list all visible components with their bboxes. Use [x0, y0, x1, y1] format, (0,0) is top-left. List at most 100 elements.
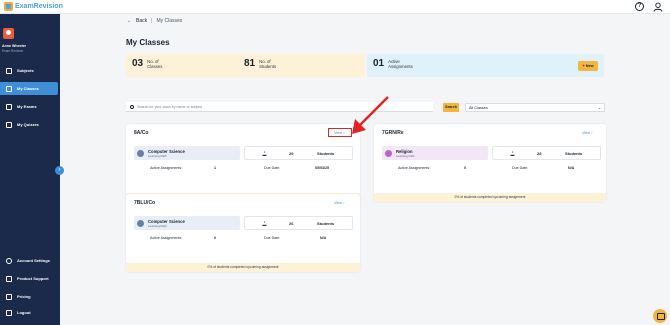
sidebar-item-account-settings[interactable]: Account Settings	[0, 254, 58, 267]
back-arrow-icon[interactable]: ←	[127, 18, 132, 24]
sidebar-item-label: My Exams	[17, 104, 37, 109]
avatar[interactable]	[3, 28, 14, 39]
subject-name: Religion	[396, 148, 413, 154]
subject-box: Religion Learning Path	[382, 146, 488, 160]
page-title: My Classes	[126, 38, 170, 47]
search-placeholder: Search for your class by name or subject	[137, 104, 203, 109]
sidebar-item-my-classes[interactable]: My Classes	[0, 82, 58, 95]
logo-icon	[4, 2, 13, 11]
subject-sub: Learning Path	[396, 153, 415, 158]
breadcrumb-separator: |	[151, 18, 153, 24]
students-count: 28	[537, 151, 542, 156]
chat-support-button[interactable]	[653, 309, 667, 323]
sidebar-item-label: My Classes	[17, 86, 39, 91]
class-card[interactable]: 8A/Co View › Computer Science Learning P…	[126, 124, 360, 202]
class-card-title: 8A/Co	[134, 130, 149, 136]
stat-classes-label: No. of Classes	[147, 59, 162, 69]
assignments-panel: 01 Active Assignments + New	[367, 54, 604, 77]
breadcrumb-current: My Classes	[156, 18, 183, 24]
due-date-value: N/A	[568, 166, 575, 170]
sidebar-item-label: My Quizzes	[17, 122, 39, 127]
active-assignments-value: 0	[214, 236, 216, 240]
stat-assignments-value: 01	[373, 58, 385, 69]
subject-name: Computer Science	[148, 148, 185, 154]
book-icon	[6, 67, 12, 74]
class-card[interactable]: 7GRN/Re View › Religion Learning Path • ▬…	[374, 124, 606, 202]
top-bar: ExamRevision ?	[0, 0, 670, 14]
students-count: 29	[289, 151, 294, 156]
chevron-down-icon: ⌄	[597, 106, 601, 110]
students-box: • ▬ 28 Students	[492, 146, 601, 160]
class-filter-value: All Classes	[469, 105, 488, 110]
sidebar-item-my-quizzes[interactable]: My Quizzes	[0, 118, 58, 131]
subject-icon	[137, 149, 144, 157]
subject-sub: Learning Path	[148, 153, 167, 158]
stat-students-label: No. of Students	[259, 59, 276, 69]
class-card[interactable]: 7BLU/Co View › Computer Science Learning…	[126, 194, 360, 272]
user-org: Exam Revision	[2, 49, 24, 53]
stat-label-line: Classes	[147, 63, 163, 69]
subject-box: Computer Science Learning Path	[134, 146, 240, 160]
breadcrumb: ← Back | My Classes	[127, 18, 182, 24]
card-icon	[6, 293, 12, 300]
sidebar-item-pricing[interactable]: Pricing	[0, 290, 58, 303]
stat-classes-value: 03	[132, 58, 144, 69]
sidebar-item-logout[interactable]: Logout	[0, 306, 58, 319]
logo-text: ExamRevision	[15, 3, 63, 10]
new-assignment-button[interactable]: + New	[578, 61, 598, 71]
stat-assignments: 01 Active Assignments	[373, 58, 413, 69]
subject-icon	[385, 149, 392, 157]
subject-box: Computer Science Learning Path	[134, 216, 240, 230]
assignment-meta: Active Assignments: 1 Due Date: 05/03/25	[134, 166, 353, 174]
view-class-link[interactable]: View ›	[582, 131, 593, 135]
stat-students: 81 No. of Students	[244, 58, 276, 69]
user-profile-icon[interactable]	[653, 2, 663, 12]
users-icon	[6, 85, 12, 92]
stat-label-line: Assignments	[388, 63, 413, 69]
search-icon	[130, 104, 134, 109]
class-filter-select[interactable]: All Classes ⌄	[465, 103, 605, 112]
students-label: Students	[565, 151, 583, 156]
annotation-highlight-box	[328, 128, 352, 137]
students-icon: • ▬	[510, 149, 515, 157]
checklist-icon	[6, 121, 12, 128]
subject-sub: Learning Path	[148, 223, 167, 228]
stat-label-line: Students	[259, 63, 277, 69]
progress-strip: 0% of students completed upcoming assign…	[374, 193, 606, 202]
due-date-value: 05/03/25	[315, 166, 329, 170]
view-label: View	[334, 201, 343, 205]
due-date-value: N/A	[320, 236, 327, 240]
sidebar-item-my-exams[interactable]: My Exams	[0, 100, 58, 113]
sidebar-item-label: Subjects	[17, 68, 34, 73]
open-book-icon	[6, 103, 12, 110]
assignment-meta: Active Assignments: 0 Due Date: N/A	[134, 236, 353, 244]
active-assignments-value: 1	[214, 166, 216, 170]
sidebar-item-label: Account Settings	[17, 258, 50, 263]
students-label: Students	[317, 221, 335, 226]
active-assignments-value: 0	[464, 166, 466, 170]
stat-students-value: 81	[244, 58, 256, 69]
students-icon: • ▬	[262, 149, 267, 157]
due-date-label: Due Date:	[512, 166, 529, 170]
active-assignments-label: Active Assignments:	[150, 166, 183, 170]
sidebar-item-label: Pricing	[17, 294, 31, 299]
students-box: • ▬ 29 Students	[244, 146, 353, 160]
support-icon	[6, 275, 12, 282]
progress-strip: 0% of students completed upcoming assign…	[126, 263, 360, 272]
active-assignments-label: Active Assignments:	[398, 166, 431, 170]
back-link[interactable]: Back	[136, 18, 147, 24]
stats-panel: 03 No. of Classes 81 No. of Students	[126, 54, 365, 77]
search-button[interactable]: Search	[443, 103, 459, 112]
assignment-meta: Active Assignments: 0 Due Date: N/A	[382, 166, 601, 174]
students-icon: • ▬	[262, 219, 267, 227]
view-class-link[interactable]: View ›	[334, 201, 345, 205]
sidebar-item-product-support[interactable]: Product Support	[0, 272, 58, 285]
due-date-label: Due Date:	[264, 236, 281, 240]
help-icon[interactable]: ?	[635, 2, 644, 11]
logo[interactable]: ExamRevision	[4, 2, 63, 11]
subject-name: Computer Science	[148, 218, 185, 224]
logout-icon	[6, 309, 12, 316]
sidebar-item-subjects[interactable]: Subjects	[0, 64, 58, 77]
sidebar-item-label: Logout	[17, 310, 31, 315]
main-content: ← Back | My Classes My Classes 03 No. of…	[60, 14, 670, 325]
